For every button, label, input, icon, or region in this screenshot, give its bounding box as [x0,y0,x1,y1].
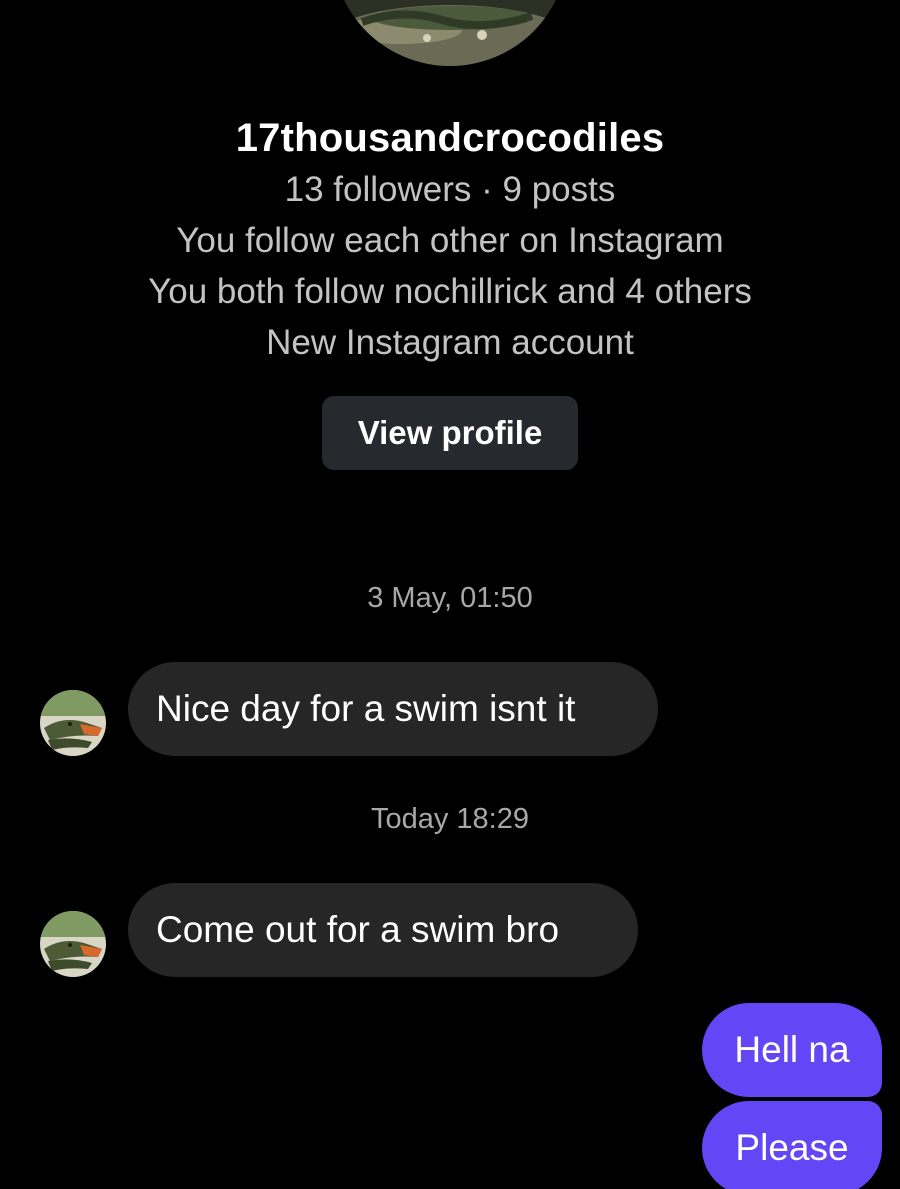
account-note: New Instagram account [266,323,634,362]
incoming-message-bubble[interactable]: Come out for a swim bro [128,883,638,977]
sender-avatar[interactable] [40,690,106,756]
profile-stats: 13 followers · 9 posts [284,170,616,209]
message-text: Please [735,1127,849,1168]
message-timestamp: Today 18:29 [370,803,529,835]
view-profile-button[interactable]: View profile [322,396,578,470]
crocodile-avatar-icon [40,911,106,977]
incoming-message-bubble[interactable]: Nice day for a swim isnt it [128,662,658,756]
message-text: Nice day for a swim isnt it [156,688,576,729]
outgoing-message-bubble[interactable]: Please [702,1101,882,1189]
profile-avatar[interactable] [332,0,568,66]
sender-avatar[interactable] [40,911,106,977]
message-timestamp: 3 May, 01:50 [367,582,533,614]
message-text: Hell na [734,1029,850,1070]
profile-header: 17thousandcrocodiles 13 followers · 9 po… [0,112,900,368]
dm-thread-screen: 17thousandcrocodiles 13 followers · 9 po… [0,0,900,1189]
mutual-followers: You both follow nochillrick and 4 others [148,272,752,311]
message-text: Come out for a swim bro [156,909,560,950]
crocodile-avatar-icon [40,690,106,756]
follow-status: You follow each other on Instagram [176,221,724,260]
outgoing-message-bubble[interactable]: Hell na [702,1003,882,1097]
crocodile-avatar-icon [332,0,568,66]
profile-username: 17thousandcrocodiles [235,116,665,160]
